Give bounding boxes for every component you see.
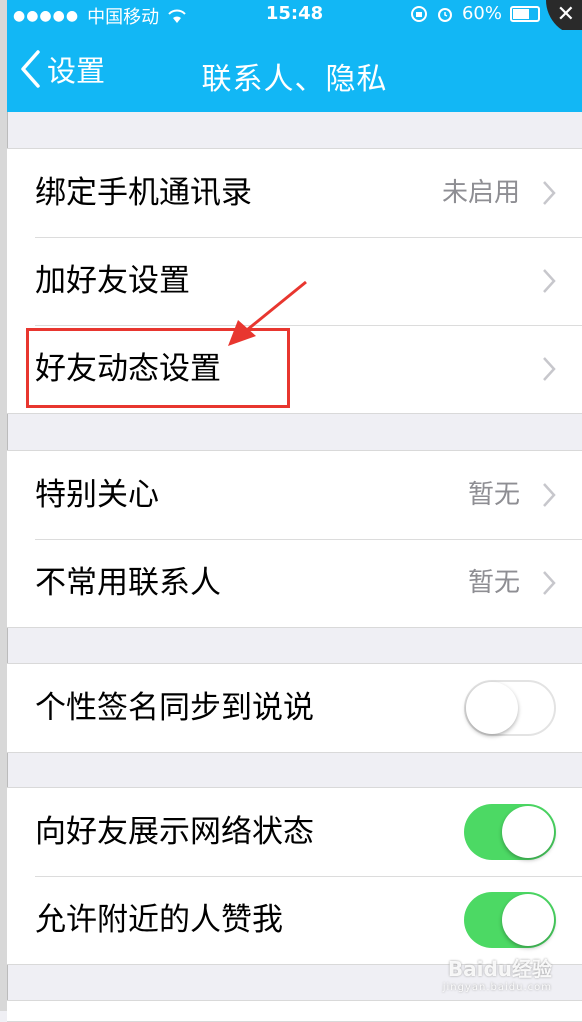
chevron-right-icon [543, 269, 556, 293]
row-label: 加好友设置 [35, 263, 190, 299]
group-special: 特别关心 暂无 不常用联系人 暂无 [7, 450, 582, 628]
group-signature: 个性签名同步到说说 [7, 663, 582, 753]
watermark-brand: Baidu经验 [447, 957, 552, 981]
chevron-right-icon [543, 181, 556, 205]
chevron-right-icon [543, 357, 556, 381]
toggle-knob [466, 682, 518, 734]
row-label: 个性签名同步到说说 [35, 690, 314, 726]
chevron-right-icon [543, 571, 556, 595]
page-title: 联系人、隐私 [201, 62, 388, 97]
row-allow-nearby-likes: 允许附近的人赞我 [7, 876, 582, 964]
row-signature-sync: 个性签名同步到说说 [7, 664, 582, 752]
status-bar: ●●●●● 中国移动 15:48 60% [7, 0, 582, 30]
row-label: 向好友展示网络状态 [35, 814, 314, 850]
watermark: Baidu经验 jingyan.baidu.com [443, 953, 552, 993]
toggle-knob [502, 894, 554, 946]
nearby-likes-toggle[interactable] [464, 892, 556, 948]
group-next [7, 1000, 582, 1022]
annotation-arrow-icon [228, 280, 307, 346]
row-value: 暂无 [467, 568, 520, 598]
chevron-right-icon [543, 483, 556, 507]
battery-percent: 60% [461, 3, 502, 24]
group-status: 向好友展示网络状态 允许附近的人赞我 [7, 787, 582, 965]
alarm-icon [437, 7, 452, 22]
watermark-url: jingyan.baidu.com [442, 982, 552, 993]
row-label: 允许附近的人赞我 [35, 902, 283, 938]
row-show-network-status: 向好友展示网络状态 [7, 788, 582, 876]
signature-sync-toggle[interactable] [464, 680, 556, 736]
row-value: 未启用 [441, 178, 520, 208]
network-status-toggle[interactable] [464, 804, 556, 860]
rotation-lock-icon [410, 5, 427, 22]
row-label: 不常用联系人 [35, 565, 221, 601]
toggle-knob [502, 806, 554, 858]
navigation-bar: 设置 联系人、隐私 [7, 30, 582, 112]
row-bind-contacts[interactable]: 绑定手机通讯录 未启用 [7, 149, 582, 237]
row-special-care[interactable]: 特别关心 暂无 [7, 451, 582, 539]
row-label: 绑定手机通讯录 [35, 175, 252, 211]
row-infrequent-contacts[interactable]: 不常用联系人 暂无 [7, 539, 582, 627]
row-label: 特别关心 [35, 477, 159, 513]
row-value: 暂无 [467, 480, 520, 510]
battery-icon [510, 5, 540, 22]
